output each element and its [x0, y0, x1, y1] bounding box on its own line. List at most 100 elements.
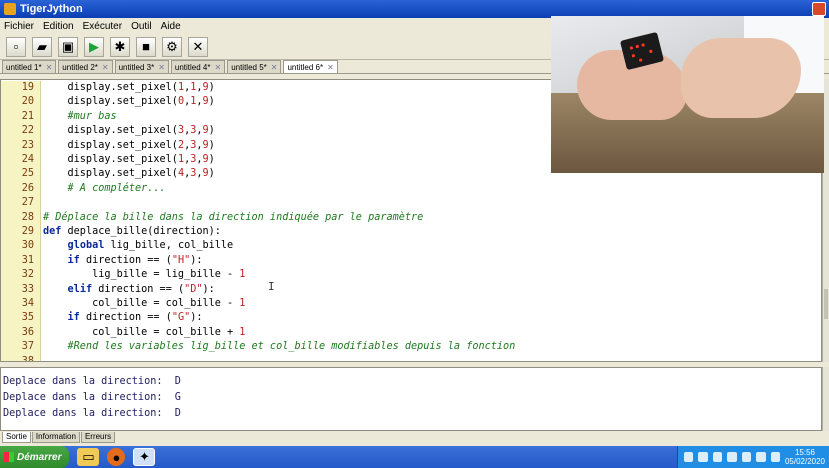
volume-icon[interactable] [756, 452, 766, 462]
code-line[interactable]: 28 # Déplace la bille dans la direction i… [1, 210, 821, 225]
new-file-icon[interactable]: ▫ [6, 36, 26, 57]
start-label: Démarrer [17, 451, 62, 463]
line-number: 20 [1, 95, 41, 110]
code-text: def deplace_bille(direction): [43, 226, 221, 237]
console-tab-sortie[interactable]: Sortie [2, 432, 31, 443]
menu-item-0[interactable]: Fichier [4, 21, 34, 32]
tab-untitled-6[interactable]: untitled 6* ✕ [283, 60, 338, 73]
code-line[interactable]: 38 [1, 354, 821, 361]
line-number: 38 [1, 354, 41, 361]
tigerjython-task-icon[interactable]: ✦ [133, 448, 156, 466]
code-text: if direction == ("G"): [67, 312, 203, 324]
console-tab-information[interactable]: Information [31, 432, 80, 443]
clock[interactable]: 15:56 05/02/2020 [785, 448, 825, 466]
code-text: display.set_pixel(3,3,9) [43, 125, 215, 137]
code-text: display.set_pixel(4,3,9) [43, 168, 215, 180]
tab-untitled-3[interactable]: untitled 3* ✕ [114, 60, 169, 73]
line-number: 23 [1, 138, 41, 153]
line-number: 37 [1, 340, 41, 355]
tab-label: untitled 4* [174, 62, 211, 72]
save-icon[interactable]: ▣ [58, 36, 78, 57]
scrollbar-thumb[interactable] [824, 289, 828, 319]
firefox-icon[interactable]: ● [107, 448, 126, 466]
code-line[interactable]: 30 global lig_bille, col_bille [1, 239, 821, 254]
code-text: elif direction == ("D"): [67, 283, 215, 295]
line-number: 34 [1, 297, 41, 312]
taskbar: Démarrer ▭ ● ✦ 15:56 05/02/2020 [0, 446, 829, 468]
menu-item-4[interactable]: Aide [161, 21, 181, 32]
line-number: 25 [1, 167, 41, 182]
run-icon[interactable]: ▶ [84, 36, 104, 57]
line-number: 31 [1, 253, 41, 269]
code-line[interactable]: 27 [1, 196, 821, 211]
menu-item-1[interactable]: Edition [43, 21, 74, 32]
close-tab-icon[interactable]: ✕ [46, 63, 53, 72]
code-text: display.set_pixel(0,1,9) [43, 96, 215, 108]
code-line[interactable]: 31 if direction == ("H"): [1, 253, 821, 269]
tab-untitled-2[interactable]: untitled 2* ✕ [58, 60, 113, 73]
code-line[interactable]: 37 #Rend les variables lig_bille et col_… [1, 340, 821, 355]
code-line[interactable]: 29 def deplace_bille(direction): [1, 225, 821, 240]
line-number: 33 [1, 282, 41, 297]
line-number: 22 [1, 124, 41, 139]
code-text: col_bille = col_bille - 1 [43, 298, 246, 309]
line-number: 26 [1, 181, 41, 197]
network-icon[interactable] [741, 452, 752, 462]
text-cursor-icon: I [268, 280, 275, 293]
system-tray: 15:56 05/02/2020 [677, 446, 829, 468]
debug-icon[interactable]: ✱ [110, 36, 130, 57]
output-vertical-scrollbar[interactable] [822, 367, 829, 431]
output-line: Deplace dans la direction: D [3, 408, 181, 419]
code-line[interactable]: 35 if direction == ("G"): [1, 311, 821, 326]
code-text: display.set_pixel(1,1,9) [43, 82, 215, 93]
line-number: 27 [1, 196, 41, 211]
clock-time: 15:56 [794, 448, 815, 457]
menu-item-2[interactable]: Exécuter [83, 21, 122, 32]
line-number: 30 [1, 239, 41, 254]
tab-untitled-4[interactable]: untitled 4* ✕ [170, 60, 226, 73]
tools-icon[interactable]: ✕ [188, 36, 208, 57]
close-tab-icon[interactable]: ✕ [214, 63, 221, 72]
code-line[interactable]: 26 # A compléter... [1, 181, 821, 197]
tray-icon-1[interactable] [684, 452, 694, 462]
tab-untitled-5[interactable]: untitled 5* ✕ [227, 60, 282, 73]
webcam-overlay [551, 16, 824, 173]
console-tab-erreurs[interactable]: Erreurs [80, 432, 116, 443]
code-line[interactable]: 32 lig_bille = lig_bille - 1 [1, 268, 821, 283]
window-title: TigerJython [20, 3, 83, 15]
close-tab-icon[interactable]: ✕ [158, 63, 165, 72]
open-folder-icon[interactable]: ▰ [32, 36, 52, 57]
clock-date: 05/02/2020 [784, 457, 825, 466]
stop-icon[interactable]: ■ [136, 36, 156, 57]
code-line[interactable]: 36 col_bille = col_bille + 1 [1, 325, 821, 341]
menu-item-3[interactable]: Outil [131, 21, 152, 32]
console-tabs: Sortie Information Erreurs [0, 432, 829, 444]
tray-icon-3[interactable] [712, 452, 723, 462]
windows-logo-icon [4, 452, 14, 462]
tab-untitled-1[interactable]: untitled 1* ✕ [2, 60, 57, 73]
close-tab-icon[interactable]: ✕ [327, 63, 334, 72]
output-console: Deplace dans la direction: D Deplace dans… [0, 367, 822, 431]
code-text: # Déplace la bille dans la direction ind… [43, 211, 424, 223]
line-number: 36 [1, 325, 41, 341]
tigerjython-app-icon [4, 3, 16, 15]
code-line[interactable]: 33 elif direction == ("D"): [1, 282, 821, 297]
code-text: global lig_bille, col_bille [67, 240, 234, 252]
file-explorer-icon[interactable]: ▭ [77, 448, 100, 466]
code-text: # A compléter... [43, 182, 166, 194]
close-tab-icon[interactable]: ✕ [271, 63, 278, 72]
code-text: #Rend les variables lig_bille et col_bil… [43, 341, 516, 353]
settings-icon[interactable]: ⚙ [162, 36, 182, 57]
tray-icon-4[interactable] [727, 452, 737, 462]
line-number: 32 [1, 268, 41, 283]
code-line[interactable]: 34 col_bille = col_bille - 1 [1, 297, 821, 312]
tab-label: untitled 3* [118, 62, 155, 72]
antivirus-icon[interactable] [770, 452, 780, 462]
start-button[interactable]: Démarrer [0, 446, 70, 468]
close-window-button[interactable] [812, 2, 826, 16]
close-tab-icon[interactable]: ✕ [102, 63, 109, 72]
tray-icon-2[interactable] [698, 452, 708, 462]
tab-label: untitled 2* [62, 62, 98, 72]
code-text: lig_bille = lig_bille - 1 [43, 269, 246, 281]
